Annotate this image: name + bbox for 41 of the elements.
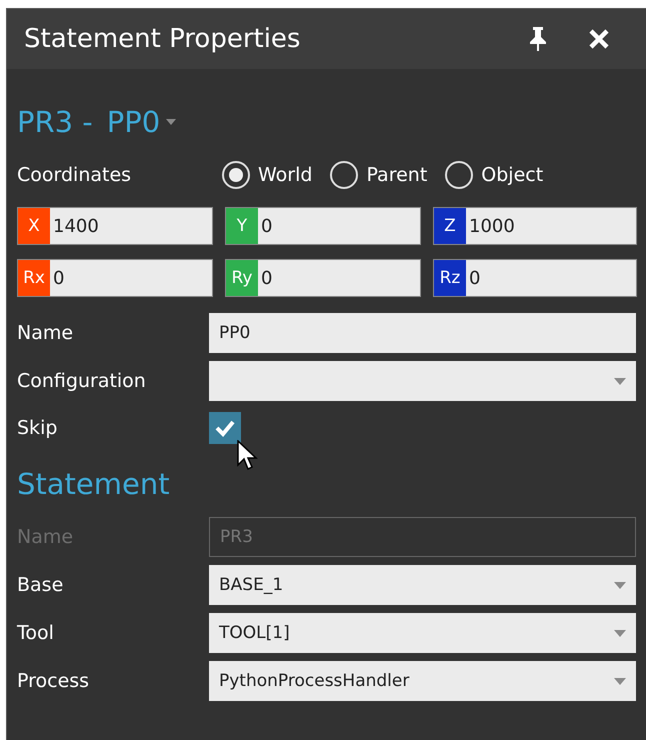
window-title: Statement Properties [24, 24, 300, 54]
axis-tag: X [18, 208, 50, 244]
field-label: Process [17, 670, 90, 692]
coordinates-label: Coordinates [17, 164, 132, 186]
caret-icon [614, 678, 626, 684]
field-label: Tool [17, 622, 55, 644]
coordinate-field[interactable]: X 1400 [17, 207, 213, 245]
coordinate-field[interactable]: Rx 0 [17, 259, 213, 297]
field-label: Skip [17, 417, 58, 439]
radio-button[interactable]: Object [445, 161, 544, 189]
axis-tag: Rx [18, 260, 50, 296]
mouse-pointer-icon [237, 440, 259, 472]
checkbox[interactable] [209, 412, 241, 444]
dropdown-field[interactable]: PythonProcessHandler [209, 661, 636, 701]
dropdown-field[interactable] [209, 361, 636, 401]
dropdown-field[interactable]: BASE_1 [209, 565, 636, 605]
coordinate-field[interactable]: Y 0 [225, 207, 421, 245]
section-title: Statement [17, 467, 171, 501]
coordinate-field[interactable]: Z 1000 [433, 207, 637, 245]
coordinate-field[interactable]: Ry 0 [225, 259, 421, 297]
point-title[interactable]: PP0 [106, 105, 160, 139]
axis-tag: Y [226, 208, 258, 244]
target-title: PR3 - [17, 105, 93, 139]
axis-tag: Ry [226, 260, 258, 296]
pin-icon[interactable] [528, 26, 548, 52]
field-label: Configuration [17, 370, 147, 392]
axis-tag: Z [434, 208, 466, 244]
dropdown-field[interactable]: TOOL[1] [209, 613, 636, 653]
field-label: Name [17, 526, 74, 548]
close-icon[interactable] [588, 28, 610, 50]
text-field[interactable]: PP0 [209, 313, 636, 353]
radio-button[interactable]: World [222, 161, 312, 189]
field-label: Base [17, 574, 64, 596]
caret-icon [614, 630, 626, 636]
caret-icon[interactable] [166, 119, 176, 125]
coordinate-field[interactable]: Rz 0 [433, 259, 637, 297]
caret-icon [614, 582, 626, 588]
field-label: Name [17, 322, 74, 344]
radio-button[interactable]: Parent [330, 161, 428, 189]
axis-tag: Rz [434, 260, 466, 296]
caret-icon [614, 378, 626, 384]
